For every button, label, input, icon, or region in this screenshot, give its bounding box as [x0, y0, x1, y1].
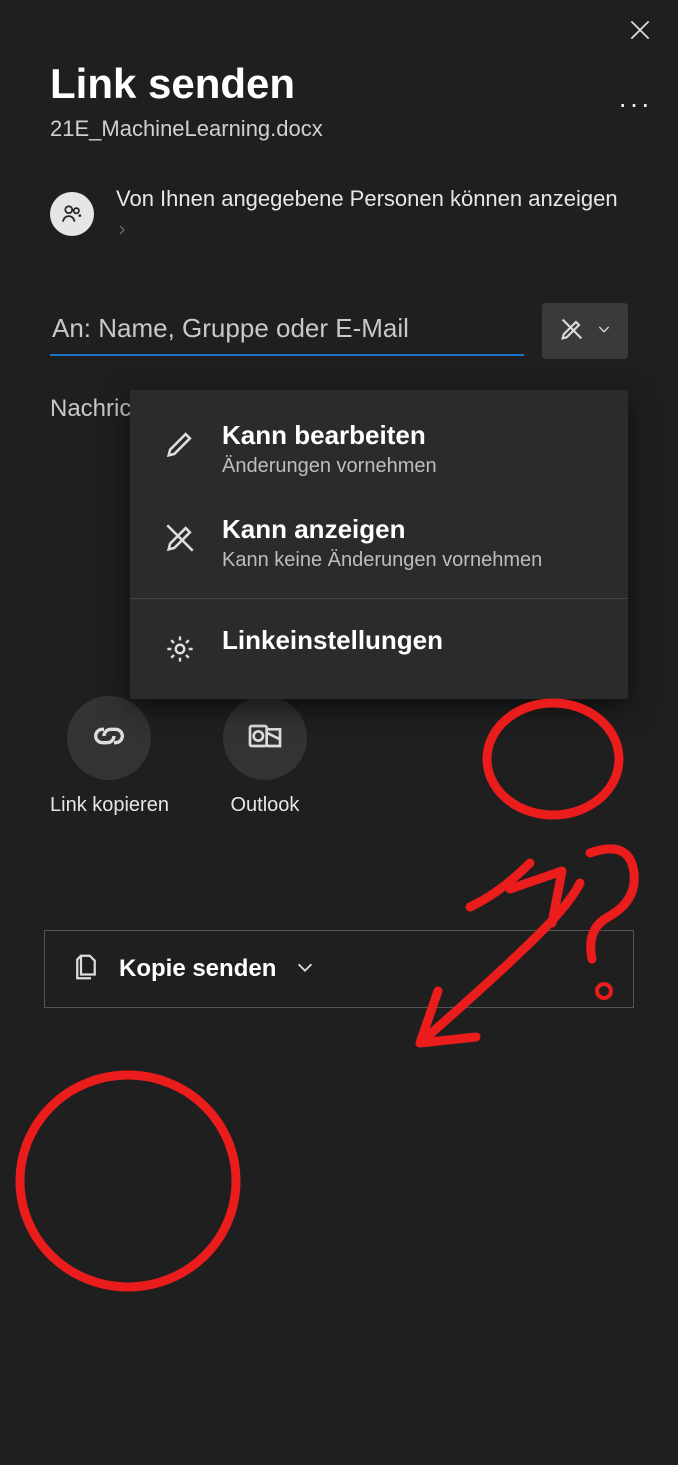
outlook-label: Outlook	[231, 794, 300, 817]
cannot-edit-icon	[558, 315, 586, 348]
chevron-down-icon	[294, 956, 316, 983]
send-copy-label: Kopie senden	[119, 955, 276, 983]
permission-option-edit[interactable]: Kann bearbeiten Änderungen vornehmen	[130, 402, 628, 496]
divider	[130, 598, 628, 599]
pencil-icon	[160, 424, 200, 464]
link-settings-title: Linkeinstellungen	[222, 625, 443, 656]
gear-icon	[160, 629, 200, 669]
copy-link-button[interactable]: Link kopieren	[50, 696, 169, 817]
close-icon	[627, 17, 653, 43]
permission-option-view[interactable]: Kann anzeigen Kann keine Änderungen vorn…	[130, 496, 628, 590]
recipients-input[interactable]	[50, 307, 524, 356]
permission-dropdown: Kann bearbeiten Änderungen vornehmen Kan…	[130, 390, 628, 699]
permission-level-button[interactable]	[542, 303, 628, 359]
more-options-button[interactable]: ···	[618, 88, 652, 120]
permission-option-title: Kann anzeigen	[222, 514, 542, 545]
permission-option-title: Kann bearbeiten	[222, 420, 437, 451]
close-button[interactable]	[624, 14, 656, 46]
permission-option-subtitle: Kann keine Änderungen vornehmen	[222, 549, 542, 572]
outlook-icon	[245, 716, 285, 761]
file-name: 21E_MachineLearning.docx	[50, 116, 628, 142]
copy-file-icon	[71, 952, 101, 987]
people-icon	[50, 192, 94, 236]
outlook-button[interactable]: Outlook	[223, 696, 307, 817]
send-copy-button[interactable]: Kopie senden	[44, 930, 634, 1008]
link-scope-button[interactable]: Von Ihnen angegebene Personen können anz…	[50, 184, 628, 243]
link-icon	[89, 716, 129, 761]
dialog-title: Link senden	[50, 60, 628, 108]
link-settings-option[interactable]: Linkeinstellungen	[130, 607, 628, 687]
copy-link-label: Link kopieren	[50, 794, 169, 817]
pencil-slash-icon	[160, 518, 200, 558]
chevron-right-icon	[116, 216, 128, 241]
link-scope-text: Von Ihnen angegebene Personen können anz…	[116, 184, 628, 243]
chevron-down-icon	[596, 321, 612, 342]
permission-option-subtitle: Änderungen vornehmen	[222, 455, 437, 478]
